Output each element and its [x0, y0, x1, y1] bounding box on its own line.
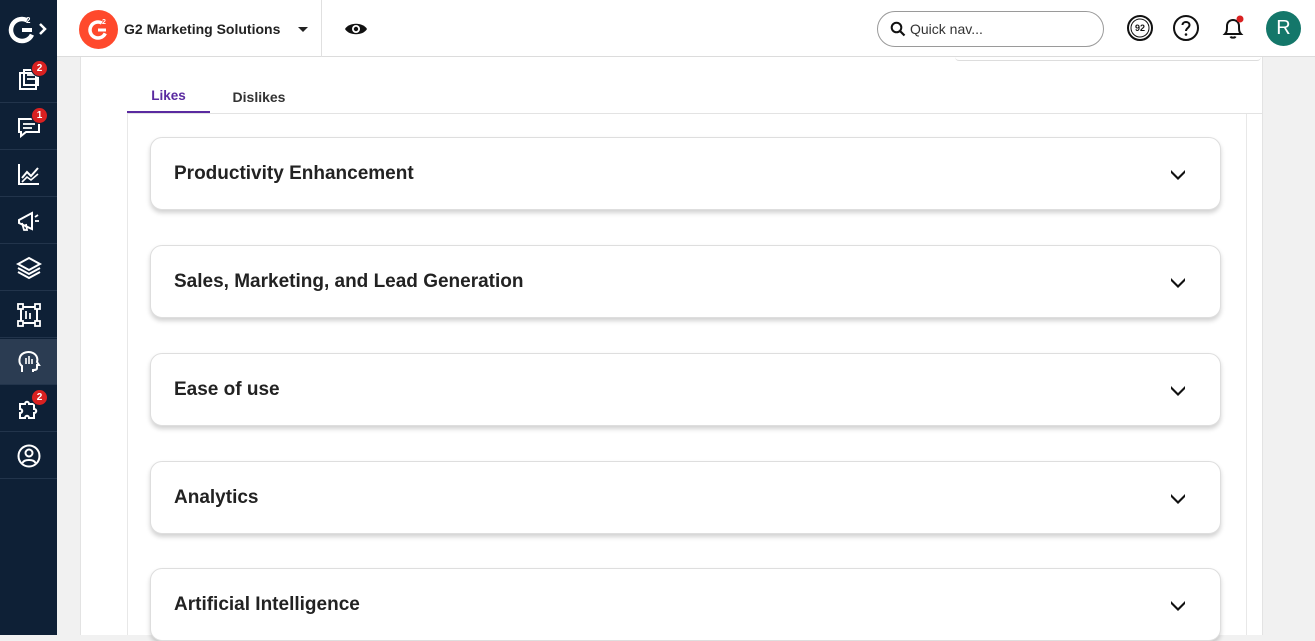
- eye-icon[interactable]: [343, 16, 369, 42]
- sidebar-item-products[interactable]: [0, 245, 57, 291]
- theme-card-ease-of-use[interactable]: Ease of use: [150, 353, 1221, 426]
- analytics-icon: [17, 163, 39, 185]
- quick-nav-search[interactable]: [877, 11, 1104, 47]
- card-title: Productivity Enhancement: [174, 162, 414, 184]
- tab-likes[interactable]: Likes: [127, 79, 210, 114]
- notification-bell-icon[interactable]: [1219, 14, 1247, 42]
- company-name: G2 Marketing Solutions: [124, 21, 281, 37]
- quick-nav-input[interactable]: [910, 21, 1090, 37]
- chevron-down-icon: [1171, 494, 1185, 504]
- score-value: 92: [1134, 23, 1145, 33]
- tab-dislikes[interactable]: Dislikes: [210, 79, 308, 114]
- sidebar-item-analytics[interactable]: [0, 151, 57, 197]
- chevron-down-icon: [1171, 386, 1185, 396]
- theme-card-sales-marketing[interactable]: Sales, Marketing, and Lead Generation: [150, 245, 1221, 318]
- search-icon: [890, 21, 906, 37]
- chevron-down-icon: [1171, 170, 1185, 180]
- g2-logo-icon[interactable]: 2: [0, 0, 57, 57]
- sidebar-item-reviews[interactable]: 1: [0, 104, 57, 150]
- tabs: Likes Dislikes: [127, 79, 308, 114]
- theme-card-productivity[interactable]: Productivity Enhancement: [150, 137, 1221, 210]
- integrations-badge: 2: [31, 389, 48, 406]
- company-switcher[interactable]: 2 G2 Marketing Solutions: [79, 9, 309, 49]
- sidebar-item-marketing[interactable]: [0, 198, 57, 244]
- account-icon: [17, 444, 40, 467]
- sidebar: 2 2 1 2: [0, 0, 57, 635]
- sidebar-item-ai-insights[interactable]: [0, 339, 57, 385]
- sidebar-item-integrations[interactable]: 2: [0, 386, 57, 432]
- panel-edge: [955, 57, 1261, 61]
- sidebar-item-reports[interactable]: [0, 292, 57, 338]
- theme-card-artificial-intelligence[interactable]: Artificial Intelligence: [150, 568, 1221, 641]
- help-icon[interactable]: [1172, 14, 1200, 42]
- score-badge[interactable]: 92: [1126, 14, 1154, 42]
- megaphone-icon: [17, 210, 39, 231]
- caret-down-icon: [298, 26, 309, 32]
- user-avatar[interactable]: R: [1266, 11, 1301, 46]
- theme-card-analytics[interactable]: Analytics: [150, 461, 1221, 534]
- card-title: Sales, Marketing, and Lead Generation: [174, 270, 524, 292]
- sidebar-item-account[interactable]: [0, 433, 57, 479]
- report-icon: [16, 302, 41, 327]
- listing-badge: 2: [31, 60, 48, 77]
- reviews-badge: 1: [31, 107, 48, 124]
- svg-text:2: 2: [26, 16, 31, 25]
- card-title: Ease of use: [174, 378, 280, 400]
- chevron-down-icon: [1171, 278, 1185, 288]
- g2-brand-logo-icon: 2: [79, 9, 118, 49]
- chevron-down-icon: [1171, 601, 1185, 611]
- card-title: Analytics: [174, 486, 259, 508]
- sidebar-item-listing[interactable]: 2: [0, 57, 57, 103]
- top-bar: 2 G2 Marketing Solutions 92 R: [57, 0, 1315, 57]
- ai-insights-icon: [17, 350, 41, 372]
- svg-text:2: 2: [102, 19, 106, 26]
- card-title: Artificial Intelligence: [174, 593, 360, 615]
- layers-icon: [15, 256, 42, 279]
- divider: [321, 0, 322, 57]
